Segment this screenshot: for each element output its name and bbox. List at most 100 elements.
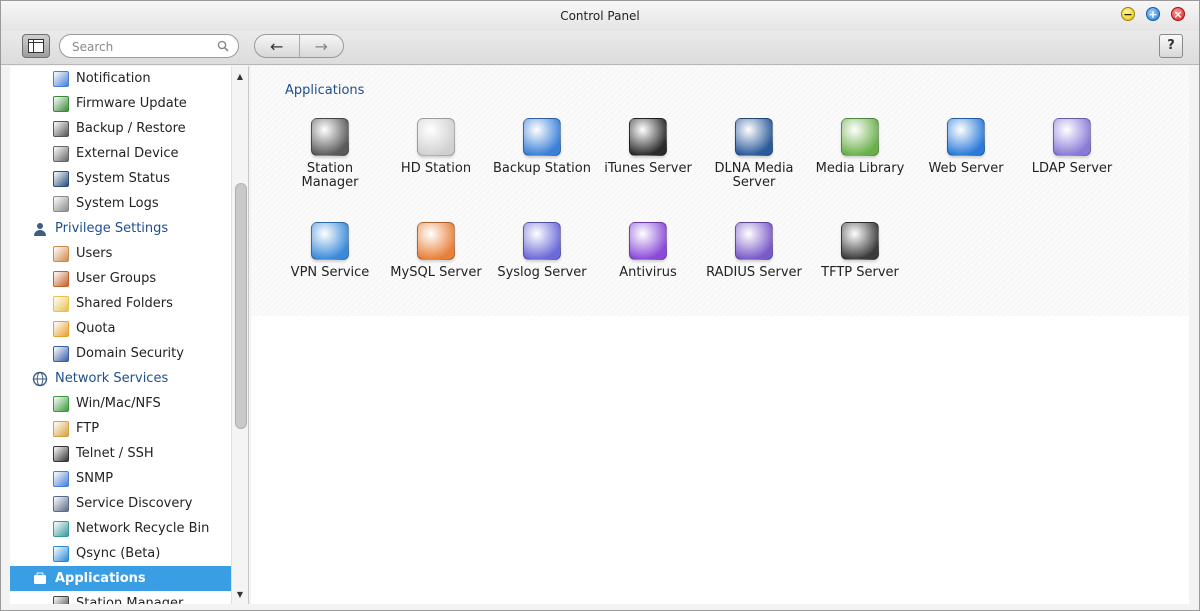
backup-station-icon [523, 118, 561, 156]
sidebar-item-users[interactable]: Users [10, 241, 232, 266]
window-controls: − + × [1121, 7, 1185, 21]
app-station-manager[interactable]: Station Manager [277, 118, 383, 190]
sidebar-item-quota[interactable]: Quota [10, 316, 232, 341]
system-logs-icon [53, 195, 69, 212]
sidebar-item-label: External Device [76, 146, 179, 161]
close-icon[interactable]: × [1171, 7, 1185, 21]
scroll-up-icon[interactable]: ▲ [232, 70, 248, 84]
sidebar-item-win-mac-nfs[interactable]: Win/Mac/NFS [10, 391, 232, 416]
app-tftp-server[interactable]: TFTP Server [807, 222, 913, 280]
telnet-ssh-icon [53, 445, 69, 462]
applications-panel: Applications Station Manager HD Station Ba… [251, 66, 1189, 316]
toolbar: ← → ? [1, 31, 1199, 65]
sidebar-item-label: Applications [55, 571, 146, 586]
arrow-right-icon: → [314, 36, 328, 56]
app-media-library[interactable]: Media Library [807, 118, 913, 176]
app-radius-server[interactable]: RADIUS Server [701, 222, 807, 280]
sidebar-item-system-logs[interactable]: System Logs [10, 191, 232, 216]
app-backup-station[interactable]: Backup Station [489, 118, 595, 176]
vpn-service-icon [311, 222, 349, 260]
app-label: Backup Station [492, 161, 591, 176]
minimize-icon[interactable]: − [1121, 7, 1135, 21]
app-label: Antivirus [619, 265, 677, 280]
web-server-icon [947, 118, 985, 156]
app-mysql-server[interactable]: MySQL Server [383, 222, 489, 280]
globe-icon [32, 371, 48, 387]
sidebar-toggle-button[interactable] [22, 34, 50, 58]
app-syslog-server[interactable]: Syslog Server [489, 222, 595, 280]
sidebar-item-label: System Status [76, 171, 171, 186]
sidebar-item-network-recycle-bin[interactable]: Network Recycle Bin [10, 516, 232, 541]
sidebar-item-qsync-beta[interactable]: Qsync (Beta) [10, 541, 232, 566]
control-panel-window: Control Panel − + × ← → ? [0, 0, 1200, 611]
sidebar-item-label: System Logs [76, 196, 159, 211]
help-button[interactable]: ? [1159, 34, 1183, 58]
sidebar-item-backup-restore[interactable]: Backup / Restore [10, 116, 232, 141]
search-input[interactable] [72, 38, 212, 55]
sidebar-item-label: Users [76, 246, 113, 261]
sidebar-item-user-groups[interactable]: User Groups [10, 266, 232, 291]
win-mac-nfs-icon [53, 395, 69, 412]
media-library-icon [841, 118, 879, 156]
sidebar-item-notification[interactable]: Notification [10, 66, 232, 91]
radius-server-icon [735, 222, 773, 260]
sidebar-item-label: User Groups [76, 271, 157, 286]
sidebar-item-station-manager[interactable]: Station Manager [10, 591, 232, 604]
app-itunes-server[interactable]: iTunes Server [595, 118, 701, 176]
sidebar-item-label: Qsync (Beta) [76, 546, 161, 561]
scrollbar-thumb[interactable] [235, 183, 247, 429]
sidebar-item-firmware-update[interactable]: Firmware Update [10, 91, 232, 116]
sidebar-category-network-services[interactable]: Network Services [10, 366, 232, 391]
sidebar-item-shared-folders[interactable]: Shared Folders [10, 291, 232, 316]
app-label: Web Server [928, 161, 1004, 176]
app-vpn-service[interactable]: VPN Service [277, 222, 383, 280]
syslog-server-icon [523, 222, 561, 260]
sidebar-item-telnet-ssh[interactable]: Telnet / SSH [10, 441, 232, 466]
sidebar-item-label: Domain Security [76, 346, 184, 361]
forward-button[interactable]: → [300, 35, 344, 57]
sidebar-item-domain-security[interactable]: Domain Security [10, 341, 232, 366]
sidebar-item-ftp[interactable]: FTP [10, 416, 232, 441]
external-device-icon [53, 145, 69, 162]
app-label: iTunes Server [604, 161, 692, 176]
sidebar-item-service-discovery[interactable]: Service Discovery [10, 491, 232, 516]
app-hd-station[interactable]: HD Station [383, 118, 489, 176]
sidebar-item-system-status[interactable]: System Status [10, 166, 232, 191]
station-manager-icon [311, 118, 349, 156]
app-label: LDAP Server [1031, 161, 1113, 176]
sidebar-item-label: Quota [76, 321, 116, 336]
app-web-server[interactable]: Web Server [913, 118, 1019, 176]
app-label: TFTP Server [821, 265, 899, 280]
sidebar: Notification Firmware Update Backup / Rest… [10, 66, 249, 604]
sidebar-category-privilege-settings[interactable]: Privilege Settings [10, 216, 232, 241]
scroll-down-icon[interactable]: ▼ [232, 588, 248, 602]
applications-icon [32, 571, 48, 587]
system-status-icon [53, 170, 69, 187]
navigation-buttons: ← → [254, 34, 344, 58]
sidebar-item-label: Network Recycle Bin [76, 521, 210, 536]
sidebar-item-snmp[interactable]: SNMP [10, 466, 232, 491]
sidebar-item-label: SNMP [76, 471, 114, 486]
app-dlna-media-server[interactable]: DLNA Media Server [701, 118, 807, 190]
app-ldap-server[interactable]: LDAP Server [1019, 118, 1125, 176]
maximize-icon[interactable]: + [1146, 7, 1160, 21]
sidebar-item-label: Win/Mac/NFS [76, 396, 161, 411]
sidebar-item-label: Shared Folders [76, 296, 173, 311]
antivirus-icon [629, 222, 667, 260]
backup-restore-icon [53, 120, 69, 137]
station-manager-icon [53, 595, 69, 604]
sidebar-item-label: Network Services [55, 371, 169, 386]
qsync-icon [53, 545, 69, 562]
ftp-icon [53, 420, 69, 437]
app-antivirus[interactable]: Antivirus [595, 222, 701, 280]
sidebar-scrollbar[interactable]: ▲ ▼ [231, 66, 248, 604]
itunes-server-icon [629, 118, 667, 156]
sidebar-category-applications[interactable]: Applications [10, 566, 232, 591]
main-content: Applications Station Manager HD Station Ba… [251, 66, 1189, 604]
sidebar-toggle-icon [28, 39, 44, 53]
search-field[interactable] [59, 34, 239, 58]
snmp-icon [53, 470, 69, 487]
back-button[interactable]: ← [255, 35, 300, 57]
sidebar-item-external-device[interactable]: External Device [10, 141, 232, 166]
search-icon[interactable] [217, 40, 229, 52]
